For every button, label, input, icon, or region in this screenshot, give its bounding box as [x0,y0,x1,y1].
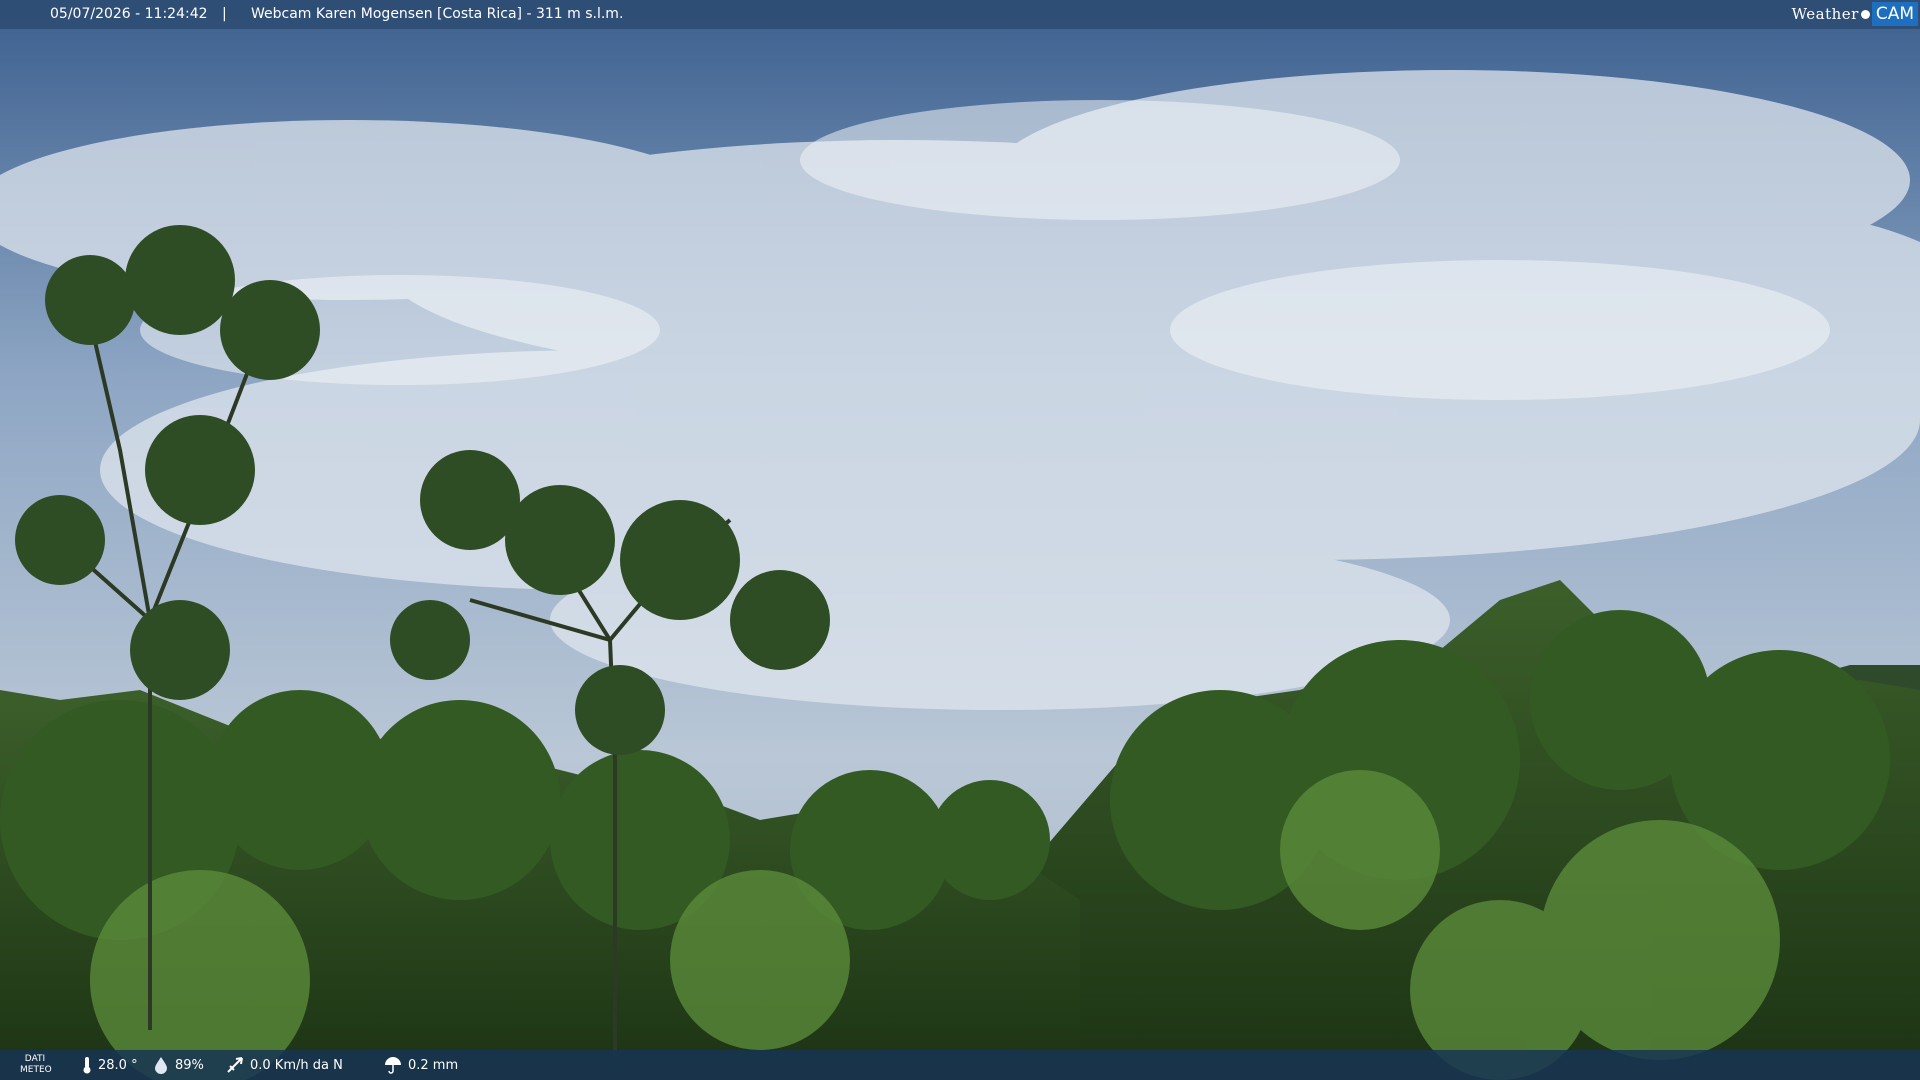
thermometer-icon [83,1057,91,1074]
temperature-item: 28.0 ° [82,1056,138,1074]
weather-data-label: DATI METEO [20,1054,52,1076]
label-line1: DATI [24,1054,46,1064]
wind-value: 0.0 Km/h da N [250,1057,343,1073]
humidity-value: 89% [175,1057,204,1073]
webcam-scene [0,0,1920,1080]
webcam-title: Webcam Karen Mogensen [Costa Rica] - 311… [251,6,624,22]
wind-direction-icon [227,1057,243,1073]
rain-item: 0.2 mm [384,1056,458,1074]
logo-dot-icon [1860,9,1870,19]
rain-umbrella-icon [385,1057,401,1074]
humidity-drop-icon [155,1057,167,1074]
weather-data-bar: DATI METEO 28.0 ° 89% 0.0 Km/h da N 0.2 … [0,1050,1920,1080]
logo-cam-text: CAM [1871,2,1918,26]
label-line2: METEO [20,1065,52,1075]
humidity-item: 89% [153,1056,204,1074]
webcam-header-bar: 05/07/2026 - 11:24:42 | Webcam Karen Mog… [0,0,1920,29]
datetime: 05/07/2026 - 11:24:42 [50,6,208,22]
temperature-value: 28.0 ° [98,1057,138,1073]
logo-weather-text: Weather [1791,5,1859,23]
weathercam-logo[interactable]: Weather CAM [1792,2,1918,26]
rain-value: 0.2 mm [408,1057,459,1073]
header-separator: | [222,6,227,22]
wind-item: 0.0 Km/h da N [226,1056,343,1074]
